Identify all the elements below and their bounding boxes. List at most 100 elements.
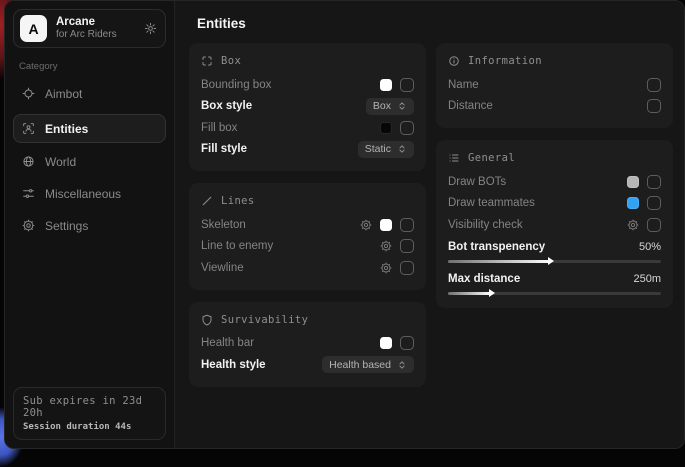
skeleton-checkbox[interactable] — [400, 218, 414, 232]
category-label: Category — [19, 61, 160, 72]
setting-row-name: Name — [448, 74, 661, 96]
row-settings-gear-icon[interactable] — [627, 219, 639, 231]
dropdown-value: Health based — [329, 359, 391, 371]
sidebar-item-label: Miscellaneous — [45, 187, 157, 201]
setting-label: Fill box — [201, 122, 237, 134]
chevrons-up-down-icon — [397, 101, 407, 111]
box-style-dropdown[interactable]: Box — [366, 98, 414, 115]
setting-label: Health bar — [201, 337, 254, 349]
brand-card: A Arcane for Arc Riders — [13, 9, 166, 48]
setting-label: Skeleton — [201, 219, 246, 231]
slider-value: 250m — [633, 273, 661, 285]
diagonal-line-icon — [201, 195, 213, 207]
sidebar-item-miscellaneous[interactable]: Miscellaneous — [13, 179, 166, 208]
shield-icon — [201, 314, 213, 326]
section-title: Survivability — [221, 314, 308, 326]
sidebar-item-label: World — [45, 155, 157, 169]
setting-label: Bounding box — [201, 79, 271, 91]
box-section: Box Bounding box Box style — [189, 43, 426, 171]
brand-logo: A — [20, 15, 47, 42]
information-section-header: Information — [448, 55, 661, 67]
draw-teammates-checkbox[interactable] — [647, 196, 661, 210]
globe-icon — [22, 155, 35, 168]
setting-label: Distance — [448, 100, 493, 112]
section-title: Box — [221, 55, 241, 67]
information-section: Information Name Distance — [436, 43, 673, 128]
general-section-header: General — [448, 152, 661, 164]
brand-settings-gear-icon[interactable] — [144, 22, 157, 35]
color-swatch[interactable] — [627, 197, 639, 209]
fill-style-dropdown[interactable]: Static — [358, 141, 414, 158]
setting-row-distance: Distance — [448, 96, 661, 118]
survivability-section-header: Survivability — [201, 314, 414, 326]
sidebar-item-entities[interactable]: Entities — [13, 114, 166, 143]
color-swatch[interactable] — [380, 122, 392, 134]
row-settings-gear-icon[interactable] — [380, 240, 392, 252]
distance-checkbox[interactable] — [647, 99, 661, 113]
sidebar: A Arcane for Arc Riders Category Aimbot — [5, 1, 175, 448]
subscription-card: Sub expires in 23d 20h Session duration … — [13, 387, 166, 440]
main-panel: Entities Box Bounding box — [175, 1, 685, 448]
bot-transparency-slider-group: Bot transpenency 50% — [448, 238, 661, 263]
section-title: Lines — [221, 195, 255, 207]
setting-label: Draw teammates — [448, 197, 535, 209]
chevrons-up-down-icon — [397, 360, 407, 370]
color-swatch[interactable] — [380, 79, 392, 91]
sub-expiry-text: Sub expires in 23d 20h — [23, 395, 156, 419]
row-settings-gear-icon[interactable] — [360, 219, 372, 231]
max-distance-slider[interactable] — [448, 292, 661, 295]
dropdown-value: Box — [373, 100, 391, 112]
draw-bots-checkbox[interactable] — [647, 175, 661, 189]
bounding-box-checkbox[interactable] — [400, 78, 414, 92]
setting-label: Fill style — [201, 143, 247, 155]
info-icon — [448, 55, 460, 67]
section-title: Information — [468, 55, 542, 67]
setting-row-health-bar: Health bar — [201, 333, 414, 355]
setting-row-bounding-box: Bounding box — [201, 74, 414, 96]
general-section: General Draw BOTs Draw teammates — [436, 140, 673, 308]
setting-label: Viewline — [201, 262, 244, 274]
setting-row-line-to-enemy: Line to enemy — [201, 236, 414, 258]
right-column: Information Name Distance — [436, 43, 673, 308]
brand-text: Arcane for Arc Riders — [56, 16, 135, 41]
brand-subtitle: for Arc Riders — [56, 29, 135, 41]
sidebar-item-world[interactable]: World — [13, 147, 166, 176]
setting-label: Health style — [201, 359, 266, 371]
color-swatch[interactable] — [380, 337, 392, 349]
left-column: Box Bounding box Box style — [189, 43, 426, 387]
setting-row-draw-bots: Draw BOTs — [448, 171, 661, 193]
color-swatch[interactable] — [627, 176, 639, 188]
lines-section-header: Lines — [201, 195, 414, 207]
sidebar-item-aimbot[interactable]: Aimbot — [13, 79, 166, 108]
crosshair-icon — [22, 87, 35, 100]
viewline-checkbox[interactable] — [400, 261, 414, 275]
frame-brackets-icon — [201, 55, 213, 67]
line-to-enemy-checkbox[interactable] — [400, 239, 414, 253]
sidebar-item-settings[interactable]: Settings — [13, 211, 166, 240]
entities-icon — [22, 122, 35, 135]
health-style-dropdown[interactable]: Health based — [322, 356, 414, 373]
setting-row-fill-style: Fill style Static — [201, 139, 414, 161]
session-duration-text: Session duration 44s — [23, 422, 156, 432]
setting-row-visibility-check: Visibility check — [448, 214, 661, 236]
name-checkbox[interactable] — [647, 78, 661, 92]
health-bar-checkbox[interactable] — [400, 336, 414, 350]
setting-label: Visibility check — [448, 219, 523, 231]
bot-transparency-slider[interactable] — [448, 260, 661, 263]
visibility-check-checkbox[interactable] — [647, 218, 661, 232]
fill-box-checkbox[interactable] — [400, 121, 414, 135]
setting-row-box-style: Box style Box — [201, 96, 414, 118]
screen: A Arcane for Arc Riders Category Aimbot — [0, 0, 685, 449]
setting-row-fill-box: Fill box — [201, 117, 414, 139]
color-swatch[interactable] — [380, 219, 392, 231]
max-distance-slider-group: Max distance 250m — [448, 270, 661, 295]
sliders-icon — [22, 187, 35, 200]
setting-row-viewline: Viewline — [201, 257, 414, 279]
setting-label: Line to enemy — [201, 240, 273, 252]
lines-section: Lines Skeleton — [189, 183, 426, 290]
setting-row-draw-teammates: Draw teammates — [448, 193, 661, 215]
setting-label: Name — [448, 79, 479, 91]
list-grid-icon — [448, 152, 460, 164]
sidebar-item-label: Aimbot — [45, 87, 157, 101]
row-settings-gear-icon[interactable] — [380, 262, 392, 274]
